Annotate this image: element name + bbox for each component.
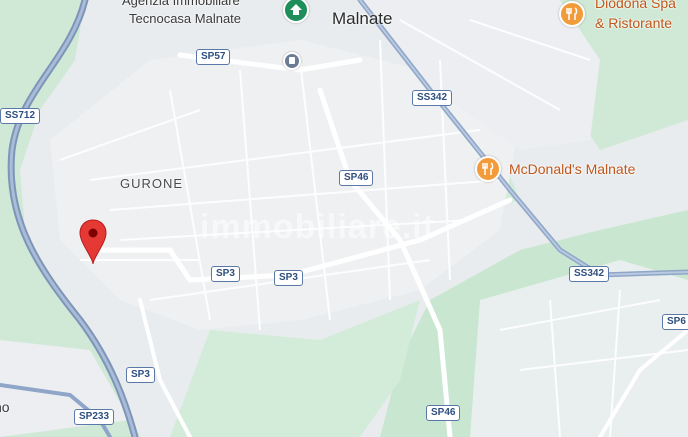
road-shield-ss342-top: SS342: [412, 90, 453, 106]
poi-agency-line2[interactable]: Tecnocasa Malnate: [129, 11, 241, 26]
road-shield-sp57: SP57: [196, 49, 231, 65]
road-shield-sp6: SP6: [662, 314, 688, 330]
shopping-bag-icon[interactable]: [283, 0, 309, 23]
poi-diodona-line2[interactable]: & Ristorante: [595, 15, 672, 31]
road-shield-ss342-right: SS342: [569, 266, 610, 282]
restaurant-icon-diodona[interactable]: [559, 1, 585, 27]
place-label-partial: no: [0, 399, 10, 415]
road-shield-sp3-b: SP3: [274, 270, 303, 286]
map-canvas[interactable]: immobiliare.it Malnate GURONE Agenzia Im…: [0, 0, 688, 437]
place-label-malnate[interactable]: Malnate: [332, 9, 392, 29]
map-pin-icon[interactable]: [78, 218, 108, 266]
road-shield-sp46-bottom: SP46: [426, 405, 461, 421]
road-shield-sp233: SP233: [74, 409, 115, 425]
watermark: immobiliare.it: [200, 208, 436, 246]
poi-agency-line1[interactable]: Agenzia Immobiliare: [122, 0, 240, 8]
road-shield-sp3-a: SP3: [211, 266, 240, 282]
place-label-gurone[interactable]: GURONE: [120, 176, 183, 191]
restaurant-icon[interactable]: [475, 156, 501, 182]
train-station-icon[interactable]: [283, 52, 301, 70]
road-shield-ss712: SS712: [0, 108, 41, 124]
poi-mcdonalds-label[interactable]: McDonald's Malnate: [509, 161, 635, 177]
road-shield-sp3-bottom: SP3: [126, 367, 155, 383]
poi-diodona-line1[interactable]: Diodona Spa: [595, 0, 676, 11]
road-shield-sp46-top: SP46: [339, 170, 374, 186]
